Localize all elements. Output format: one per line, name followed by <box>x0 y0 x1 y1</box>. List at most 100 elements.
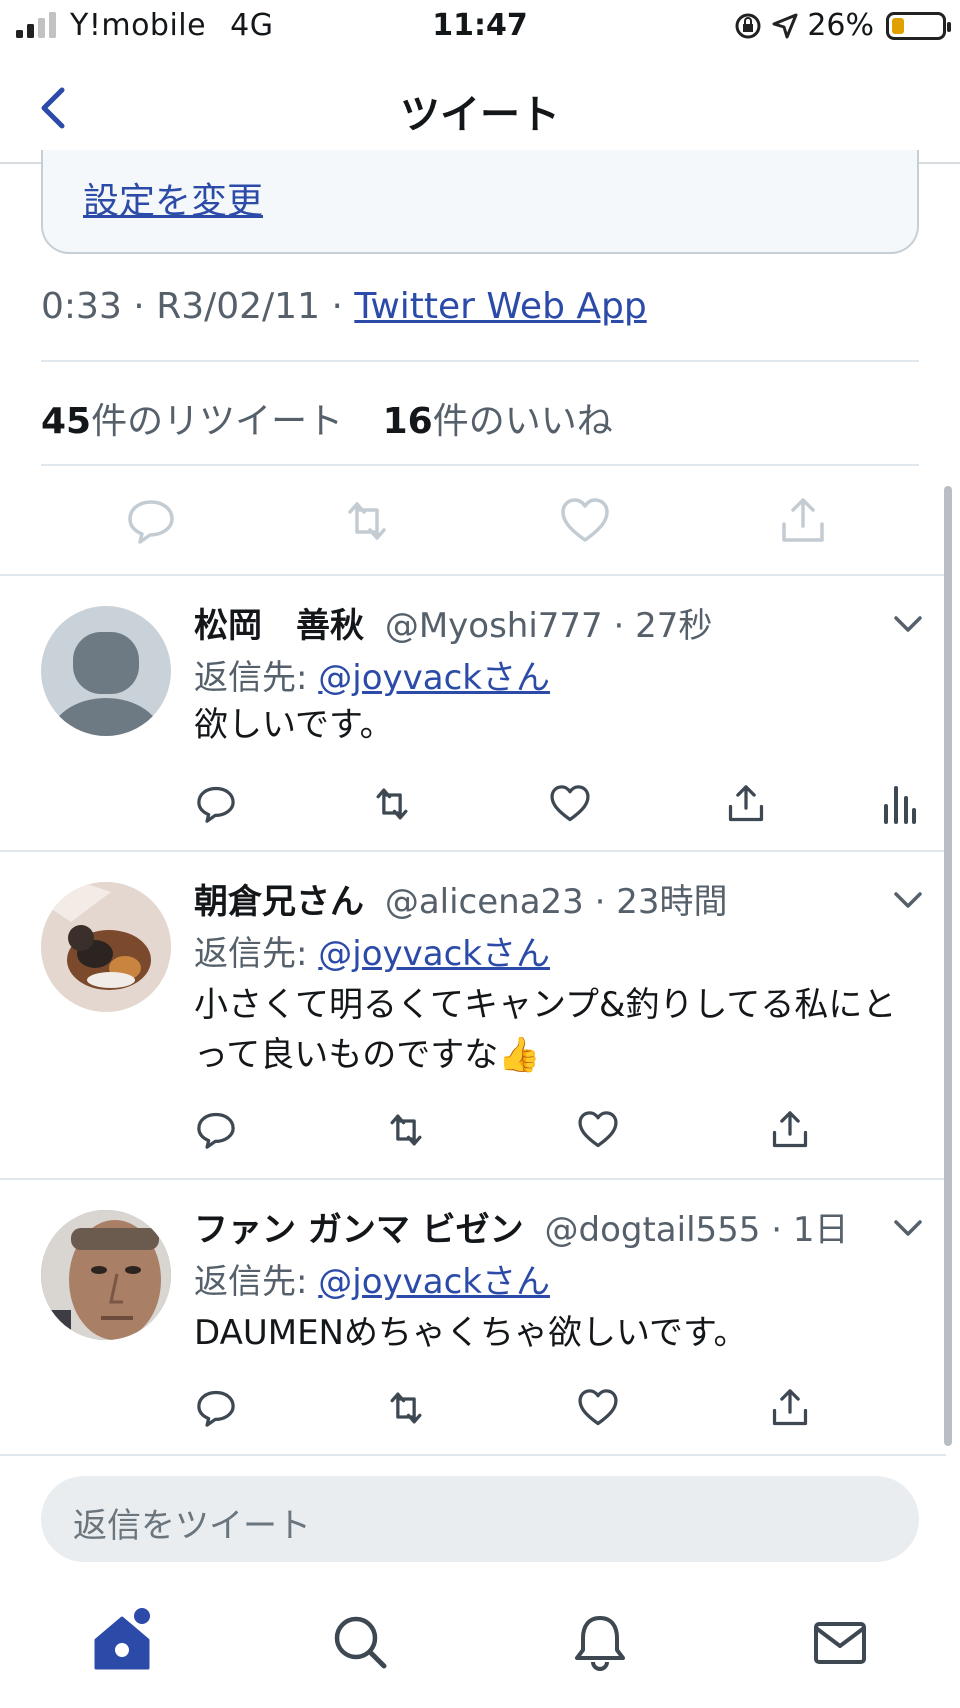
reply-icon <box>197 1390 235 1427</box>
like-button[interactable] <box>558 494 612 548</box>
like-button[interactable] <box>576 1108 620 1152</box>
avatar[interactable] <box>41 1210 171 1340</box>
bell-icon <box>575 1616 625 1671</box>
share-button[interactable] <box>776 494 830 548</box>
cat-avatar-photo <box>41 882 171 1012</box>
retweet-button[interactable] <box>384 1386 428 1430</box>
reply-age: 1日 <box>792 1210 849 1250</box>
battery-level <box>892 17 904 34</box>
reply-to-line: 返信先: @joyvackさん <box>194 1254 550 1303</box>
share-button[interactable] <box>768 1108 812 1152</box>
compose-placeholder: 返信をツイート <box>73 1506 311 1546</box>
display-name[interactable]: ファン ガンマ ビゼン <box>194 1210 524 1250</box>
reply-to-link[interactable]: @joyvackさん <box>318 934 550 974</box>
reply-item[interactable]: ファン ガンマ ビゼン @dogtail555 · 1日 返信先: @joyva… <box>0 1180 946 1454</box>
reply-icon <box>197 1112 235 1149</box>
avatar[interactable] <box>41 606 171 736</box>
avatar[interactable] <box>41 882 171 1012</box>
status-right: 26% <box>733 8 951 43</box>
reply-item[interactable]: 朝倉兄さん @alicena23 · 23時間 返信先: @joyvackさん … <box>0 852 946 1176</box>
heart-icon <box>561 498 609 542</box>
change-settings-link[interactable]: 設定を変更 <box>83 172 263 224</box>
tweet-date: R3/02/11 <box>156 286 320 327</box>
reply-button[interactable] <box>124 494 178 548</box>
share-button[interactable] <box>724 782 768 826</box>
reply-text: 欲しいです。 <box>194 705 394 745</box>
tweet-stats: 45件のリツイート 16件のいいね <box>41 392 613 444</box>
reply-to-prefix: 返信先: <box>194 1262 319 1302</box>
reply-text: 小さくて明るくてキャンプ&釣りしてる私にとって良いものですな👍 <box>194 985 897 1075</box>
reply-compose-field[interactable]: 返信をツイート <box>41 1476 919 1562</box>
like-button[interactable] <box>548 782 592 826</box>
heart-icon <box>578 1111 618 1148</box>
reply-action-bar <box>0 782 946 842</box>
reply-to-link[interactable]: @joyvackさん <box>318 658 550 698</box>
reply-item[interactable]: 松岡 善秋 @Myoshi777 · 27秒 返信先: @joyvackさん 欲… <box>0 576 946 850</box>
battery-percent: 26% <box>807 8 874 43</box>
tab-messages[interactable] <box>808 1610 872 1674</box>
tab-search[interactable] <box>328 1610 392 1674</box>
notification-dot <box>134 1608 150 1624</box>
default-avatar-icon <box>50 632 162 736</box>
user-handle: @alicena23 <box>384 882 584 922</box>
share-button[interactable] <box>768 1386 812 1430</box>
tweet-action-bar <box>0 494 960 554</box>
user-handle: @Myoshi777 <box>384 606 603 646</box>
divider <box>41 360 919 362</box>
reply-action-bar <box>0 1386 946 1446</box>
reply-to-line: 返信先: @joyvackさん <box>194 650 550 699</box>
retweet-count: 45 <box>41 401 92 442</box>
nav-header: ツイート <box>0 54 960 164</box>
retweet-button[interactable] <box>370 782 414 826</box>
like-label: 件のいいね <box>432 401 613 442</box>
share-icon <box>772 1389 808 1426</box>
reply-to-line: 返信先: @joyvackさん <box>194 926 550 975</box>
heart-icon <box>578 1389 618 1426</box>
rotation-lock-icon <box>735 13 761 38</box>
retweet-button[interactable] <box>340 494 394 548</box>
like-button[interactable] <box>576 1386 620 1430</box>
like-count: 16 <box>382 401 433 442</box>
mail-icon <box>814 1622 866 1664</box>
page-title: ツイート <box>400 92 560 138</box>
status-bar: Y!mobile 4G 11:47 26% <box>0 0 960 54</box>
reply-action-bar <box>0 1108 946 1168</box>
heart-icon <box>550 785 590 822</box>
share-icon <box>728 785 764 822</box>
reply-header: ファン ガンマ ビゼン @dogtail555 · 1日 <box>194 1210 849 1250</box>
reply-to-link[interactable]: @joyvackさん <box>318 1262 550 1302</box>
reply-button[interactable] <box>194 1108 238 1152</box>
retweet-icon <box>390 1114 422 1146</box>
retweet-icon <box>390 1392 422 1424</box>
display-name[interactable]: 朝倉兄さん <box>194 882 364 922</box>
share-icon <box>772 1111 808 1148</box>
reply-icon <box>197 786 235 823</box>
analytics-button[interactable] <box>880 782 920 826</box>
tab-notifications[interactable] <box>568 1610 632 1674</box>
retweet-icon <box>376 788 408 820</box>
search-icon <box>334 1616 387 1669</box>
chevron-down-icon[interactable] <box>890 1210 926 1246</box>
settings-card: 設定を変更 <box>41 150 919 254</box>
tab-bar <box>0 1590 960 1708</box>
reply-button[interactable] <box>194 1386 238 1430</box>
chevron-down-icon[interactable] <box>890 882 926 918</box>
retweet-stat[interactable]: 45件のリツイート <box>41 401 343 442</box>
divider <box>41 464 919 466</box>
scrollbar[interactable] <box>944 486 952 1446</box>
reply-age: 23時間 <box>616 882 728 922</box>
tweet-meta: 0:33 · R3/02/11 · Twitter Web App <box>41 286 647 327</box>
analytics-icon <box>884 786 916 824</box>
tweet-source-link[interactable]: Twitter Web App <box>354 286 646 327</box>
display-name[interactable]: 松岡 善秋 <box>194 606 364 646</box>
chevron-down-icon[interactable] <box>890 606 926 642</box>
retweet-icon <box>348 502 386 540</box>
reply-header: 朝倉兄さん @alicena23 · 23時間 <box>194 882 728 922</box>
like-stat[interactable]: 16件のいいね <box>383 401 613 442</box>
reply-button[interactable] <box>194 782 238 826</box>
reply-header: 松岡 善秋 @Myoshi777 · 27秒 <box>194 606 713 646</box>
share-icon <box>782 498 824 542</box>
face-avatar-photo <box>41 1210 171 1340</box>
retweet-button[interactable] <box>384 1108 428 1152</box>
reply-to-prefix: 返信先: <box>194 934 319 974</box>
